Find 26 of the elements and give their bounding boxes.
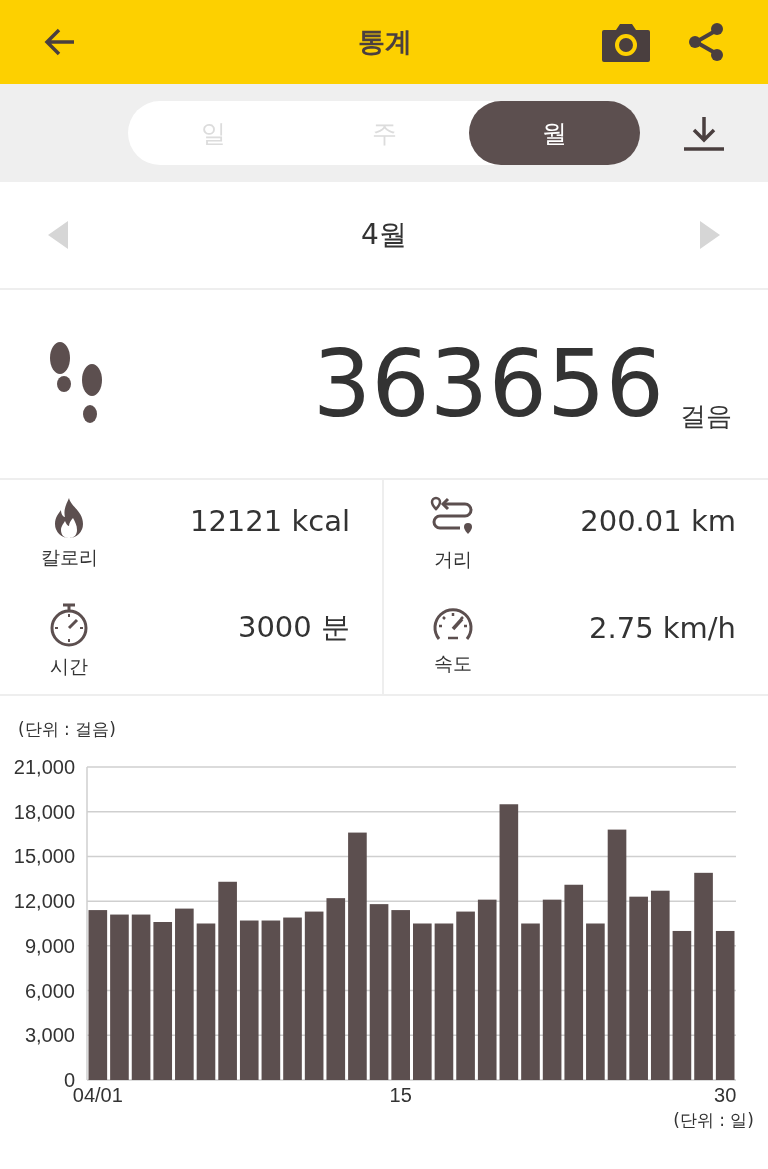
screen-title: 통계 <box>357 25 413 59</box>
axis-tick-label: 9,000 <box>24 934 75 957</box>
stopwatch-icon <box>48 601 90 648</box>
month-label: 4월 <box>361 217 407 253</box>
stat-label: 속도 <box>434 650 472 676</box>
stat-value: 3000 분 <box>236 608 350 646</box>
step-unit: 걸음 <box>680 400 732 433</box>
stat-value: 2.75 km/h <box>588 610 736 645</box>
period-tab[interactable]: 월 <box>469 101 640 165</box>
stat-value: 200.01 km <box>579 503 736 538</box>
axis-tick-label: 18,000 <box>13 800 75 823</box>
axis-tick-label: 3,000 <box>24 1024 75 1047</box>
axis-tick-label: 12,000 <box>13 890 75 913</box>
axis-tick-label: 6,000 <box>24 979 75 1002</box>
unit-label: (단위 : 걸음) <box>17 718 117 741</box>
stat-value: 12121 kcal <box>188 503 350 538</box>
stat-label: 칼로리 <box>40 544 98 570</box>
axis-tick-label: 15 <box>389 1084 412 1106</box>
stat-label: 시간 <box>50 653 88 679</box>
axis-tick-label: 21,000 <box>13 756 75 778</box>
stat-label: 거리 <box>434 546 472 572</box>
axis-tick-label: 15,000 <box>13 845 75 868</box>
axis-tick-label: 30 <box>714 1084 737 1106</box>
unit-label: (단위 : 일) <box>673 1109 755 1132</box>
step-count: 363656 <box>311 330 664 438</box>
axis-tick-label: 0 <box>63 1069 75 1091</box>
